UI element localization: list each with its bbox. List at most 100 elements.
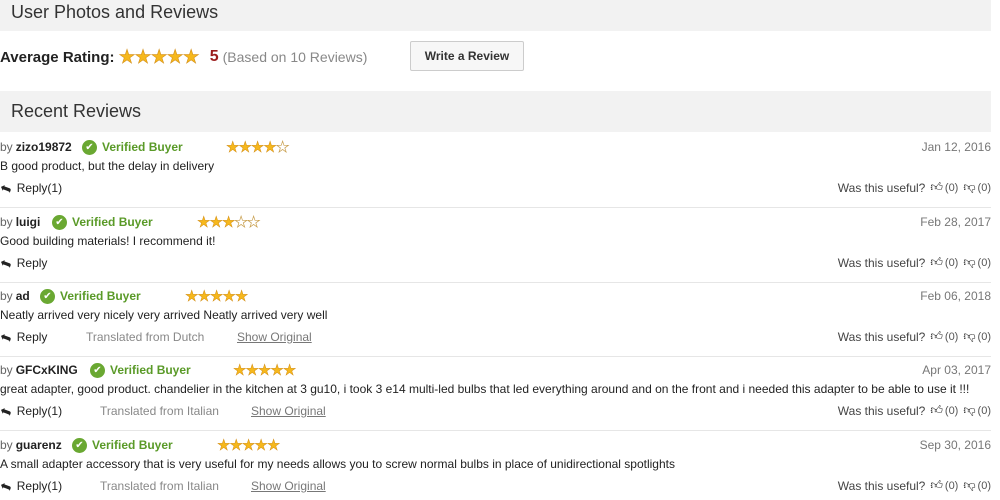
reply-arrow-icon: ➦: [0, 401, 15, 421]
was-useful-label: Was this useful?: [837, 329, 926, 344]
review-date: Apr 03, 2017: [922, 363, 991, 377]
by-label: by: [0, 438, 13, 452]
review-text: B good product, but the delay in deliver…: [0, 159, 215, 173]
upvote-count: (0): [944, 181, 959, 194]
downvote-count: (0): [977, 330, 991, 343]
translated-note: Translated from Italian: [100, 404, 219, 418]
thumbs-up-icon[interactable]: 👍︎: [930, 329, 943, 344]
verified-buyer-label: Verified Buyer: [110, 363, 191, 377]
thumbs-up-icon[interactable]: 👍︎: [930, 478, 943, 493]
star-filled-icon: ★: [185, 287, 199, 305]
section-title-recent-reviews: Recent Reviews: [0, 91, 991, 132]
verified-buyer-badge: ✔ Verified Buyer: [40, 288, 141, 304]
star-filled-icon: ★: [257, 361, 272, 379]
thumbs-up-icon[interactable]: 👍︎: [930, 180, 943, 195]
verified-buyer-badge: ✔ Verified Buyer: [72, 437, 173, 453]
review-count: (Based on 10 Reviews): [222, 49, 368, 65]
review-rating-stars: ★ ★ ★ ★ ★: [185, 287, 249, 305]
review-footer: ➦ Reply(1) Was this useful? 👍︎ (0) 👎︎ (0): [0, 178, 991, 198]
reply-button[interactable]: ➦ Reply(1): [0, 476, 62, 496]
reviewer-name[interactable]: zizo19872: [16, 140, 72, 154]
reply-label: Reply: [16, 330, 48, 344]
star-filled-icon: ★: [226, 138, 240, 156]
usefulness-votes: Was this useful? 👍︎ (0) 👎︎ (0): [838, 255, 991, 270]
check-circle-icon: ✔: [52, 214, 67, 230]
upvote-count: (0): [944, 256, 959, 269]
review-footer: ➦ Reply(1) Translated from Italian Show Ori…: [0, 401, 991, 421]
downvote-count: (0): [977, 404, 991, 417]
show-original-link[interactable]: Show Original: [251, 479, 326, 493]
star-filled-icon: ★: [166, 46, 184, 68]
review-rating-stars: ★ ★ ★ ★ ★: [226, 138, 290, 156]
verified-buyer-label: Verified Buyer: [72, 215, 153, 229]
reply-button[interactable]: ➦ Reply: [0, 327, 48, 347]
star-filled-icon: ★: [229, 436, 243, 454]
reply-button[interactable]: ➦ Reply: [0, 253, 47, 273]
review-date: Feb 28, 2017: [920, 215, 991, 229]
star-empty-icon: ★: [275, 138, 289, 156]
review-header: by zizo19872 ✔ Verified Buyer ★ ★ ★ ★ ★: [0, 139, 991, 155]
downvote-count: (0): [977, 256, 991, 269]
reply-arrow-icon: ➦: [0, 253, 15, 273]
review-rating-stars: ★ ★ ★ ★ ★: [233, 361, 297, 379]
reviewer-name[interactable]: guarenz: [16, 438, 62, 452]
review-date: Feb 06, 2018: [920, 289, 991, 303]
thumbs-down-icon[interactable]: 👎︎: [963, 403, 975, 418]
thumbs-down-icon[interactable]: 👎︎: [963, 255, 975, 270]
reply-arrow-icon: ➦: [0, 178, 15, 198]
was-useful-label: Was this useful?: [837, 180, 926, 195]
star-filled-icon: ★: [238, 138, 252, 156]
review-header: by guarenz ✔ Verified Buyer ★ ★ ★ ★ ★: [0, 437, 991, 453]
average-rating-row: Average Rating: ★ ★ ★ ★ ★ 5 (Based on 10 Rev…: [0, 41, 600, 72]
reviewer-name[interactable]: ad: [16, 289, 30, 303]
star-filled-icon: ★: [150, 46, 168, 68]
star-filled-icon: ★: [250, 138, 265, 156]
reply-button[interactable]: ➦ Reply(1): [0, 178, 62, 198]
show-original-link[interactable]: Show Original: [251, 404, 326, 418]
thumbs-down-icon[interactable]: 👎︎: [963, 329, 975, 344]
star-filled-icon: ★: [263, 138, 277, 156]
review-item: by zizo19872 ✔ Verified Buyer ★ ★ ★ ★ ★ Jan 12, 2…: [0, 133, 991, 208]
verified-buyer-label: Verified Buyer: [60, 289, 141, 303]
reply-label: Reply(1): [16, 404, 63, 418]
reviewer-name[interactable]: luigi: [16, 215, 41, 229]
star-filled-icon: ★: [221, 213, 236, 231]
star-filled-icon: ★: [134, 46, 152, 68]
translated-note: Translated from Dutch: [86, 330, 205, 344]
verified-buyer-badge: ✔ Verified Buyer: [90, 362, 191, 378]
thumbs-up-icon[interactable]: 👍︎: [930, 403, 943, 418]
review-date: Jan 12, 2016: [921, 140, 991, 154]
star-filled-icon: ★: [282, 361, 297, 379]
by-label: by: [0, 289, 13, 303]
star-filled-icon: ★: [197, 213, 211, 231]
star-filled-icon: ★: [234, 287, 249, 305]
star-filled-icon: ★: [245, 361, 259, 379]
reply-arrow-icon: ➦: [0, 327, 15, 347]
reply-button[interactable]: ➦ Reply(1): [0, 401, 63, 421]
review-rating-stars: ★ ★ ★ ★ ★: [197, 213, 261, 231]
star-filled-icon: ★: [118, 46, 136, 68]
by-label: by: [0, 140, 13, 154]
star-empty-icon: ★: [234, 213, 248, 231]
write-review-button[interactable]: Write a Review: [410, 41, 524, 71]
downvote-count: (0): [977, 479, 991, 492]
star-filled-icon: ★: [266, 436, 281, 454]
reviewer-name[interactable]: GFCxKING: [16, 363, 78, 377]
show-original-link[interactable]: Show Original: [237, 330, 312, 344]
thumbs-down-icon[interactable]: 👎︎: [963, 478, 975, 493]
star-filled-icon: ★: [209, 287, 224, 305]
star-filled-icon: ★: [241, 436, 256, 454]
usefulness-votes: Was this useful? 👍︎ (0) 👎︎ (0): [838, 478, 991, 493]
review-text: A small adapter accessory that is very u…: [0, 457, 675, 471]
verified-buyer-badge: ✔ Verified Buyer: [82, 139, 183, 155]
upvote-count: (0): [944, 330, 959, 343]
upvote-count: (0): [944, 404, 959, 417]
thumbs-down-icon[interactable]: 👎︎: [963, 180, 975, 195]
section-title-user-photos-reviews: User Photos and Reviews: [0, 0, 991, 31]
usefulness-votes: Was this useful? 👍︎ (0) 👎︎ (0): [838, 329, 991, 344]
reply-arrow-icon: ➦: [0, 476, 15, 496]
star-filled-icon: ★: [209, 213, 223, 231]
by-label: by: [0, 363, 13, 377]
thumbs-up-icon[interactable]: 👍︎: [930, 255, 943, 270]
average-rating-label: Average Rating:: [0, 48, 115, 66]
